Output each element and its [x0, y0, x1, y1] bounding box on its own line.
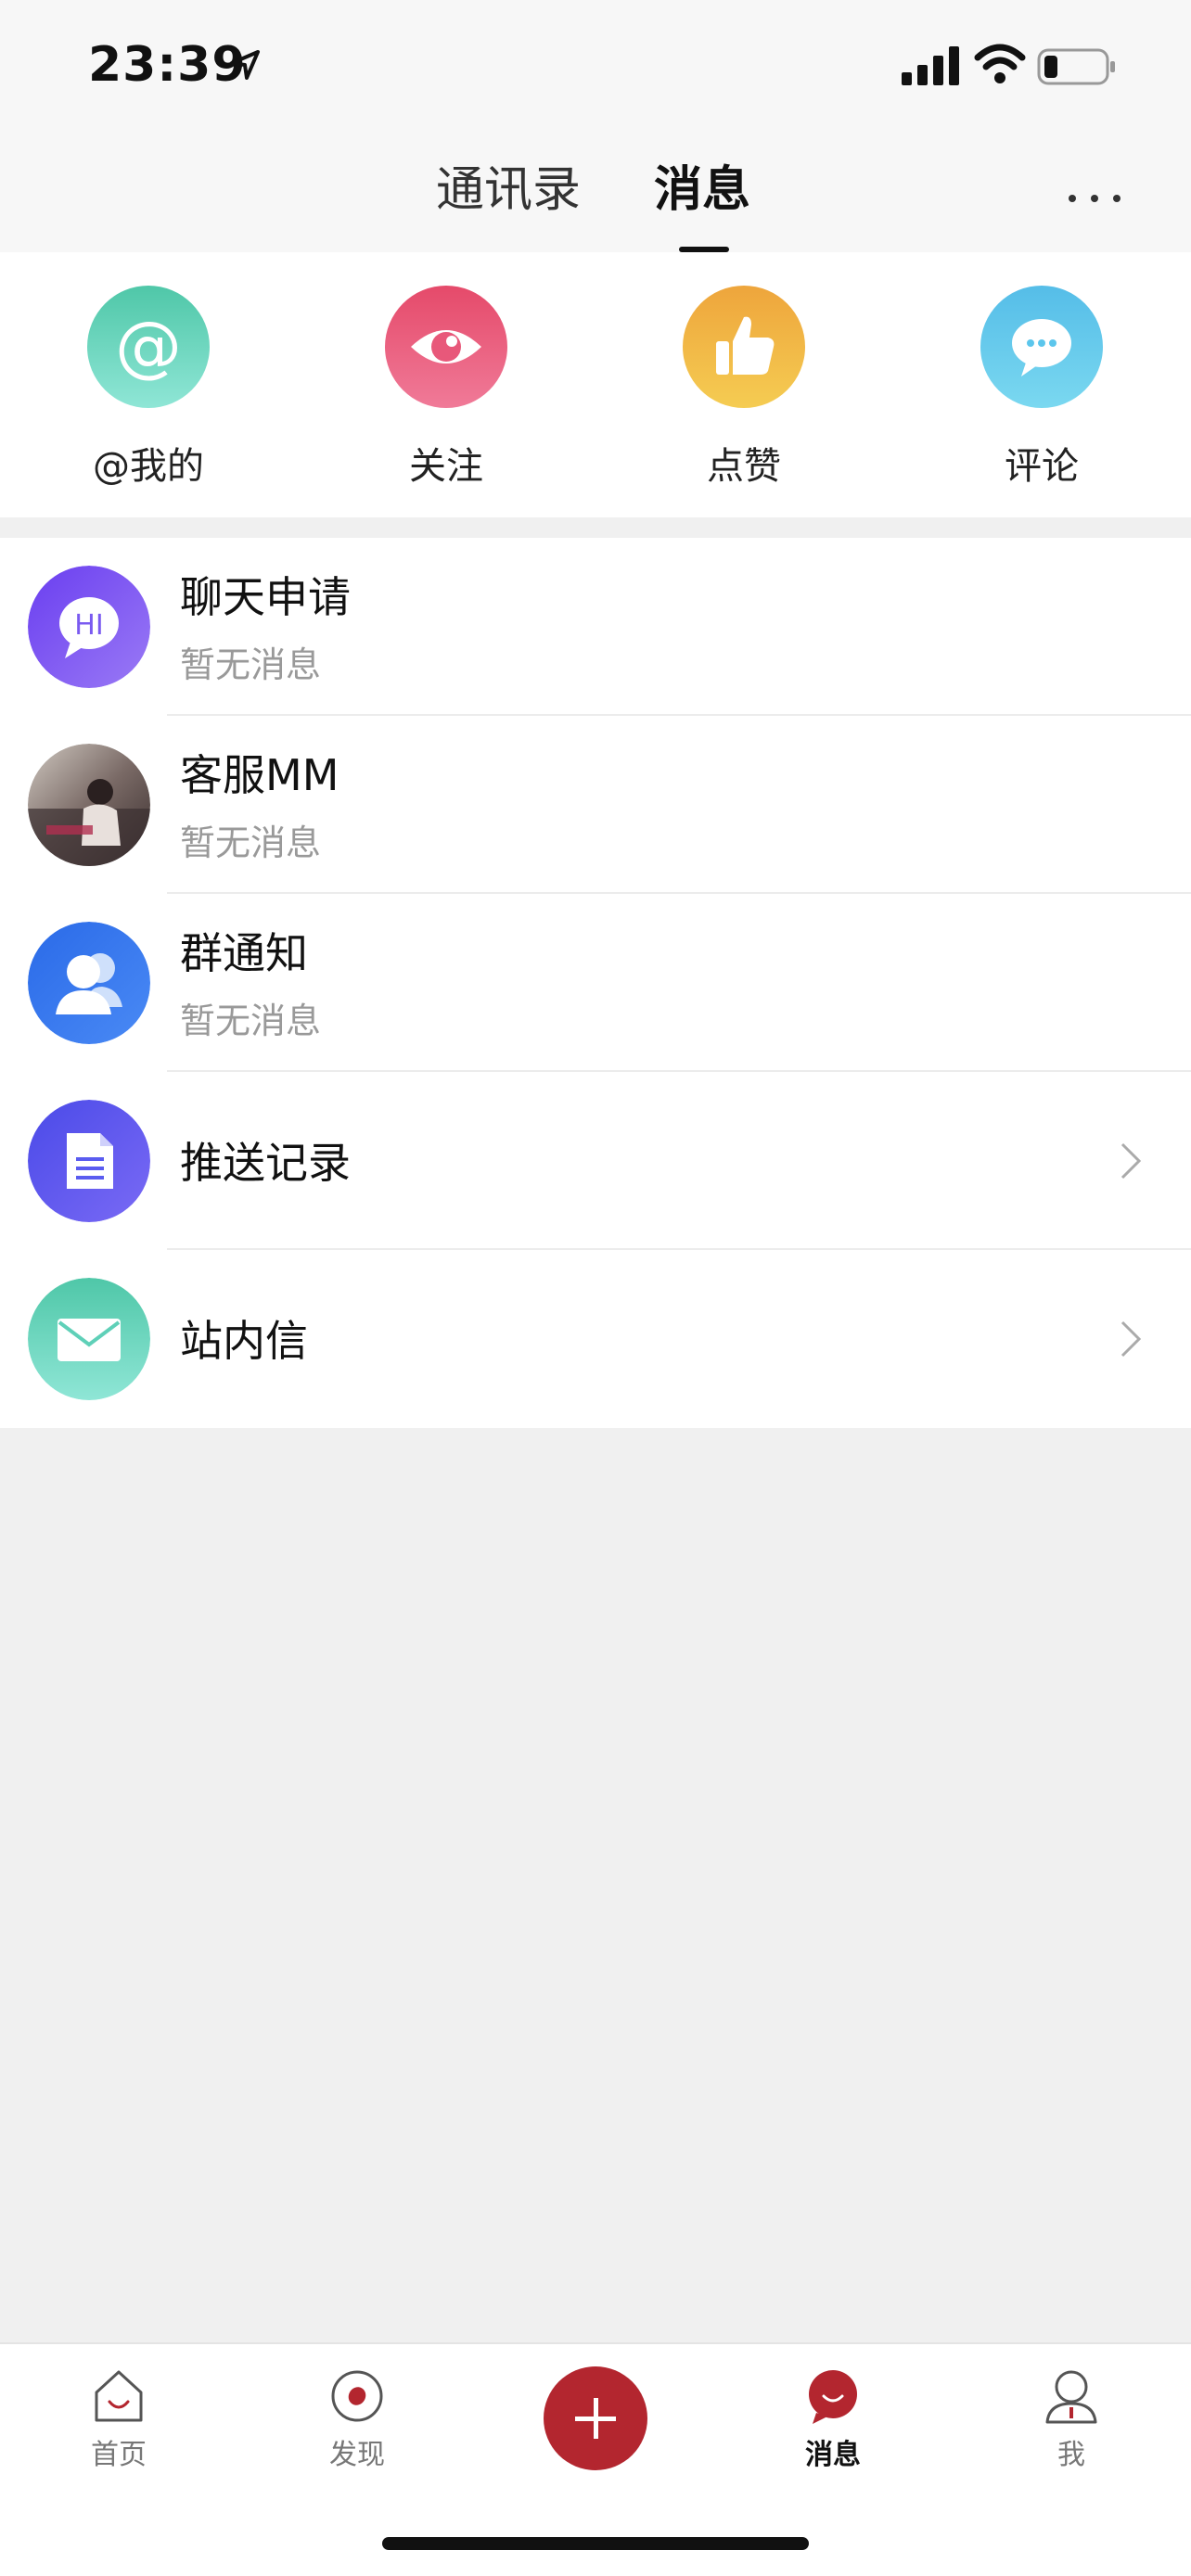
quick-action-label: @我的 [93, 445, 204, 488]
nav-label: 首页 [91, 2439, 147, 2471]
svg-text:HI: HI [74, 609, 103, 642]
quick-action-label: 评论 [1005, 445, 1079, 488]
list-item-push-history[interactable]: 推送记录 [0, 1072, 1191, 1250]
home-indicator [382, 2537, 809, 2550]
more-icon[interactable] [1065, 184, 1124, 213]
chevron-right-icon [1121, 1142, 1142, 1180]
nav-label: 发现 [329, 2439, 385, 2471]
tab-messages[interactable]: 消息 [654, 158, 750, 223]
status-bar: 23:39 [0, 0, 1191, 130]
list-item-chat-requests[interactable]: HI 聊天申请 暂无消息 [0, 538, 1191, 716]
list-item-title: 群通知 [180, 928, 308, 978]
quick-action-likes[interactable]: 点赞 [642, 252, 846, 517]
status-time: 23:39 [88, 37, 247, 93]
nav-label: 消息 [805, 2439, 861, 2471]
list-item-subtitle: 暂无消息 [180, 823, 322, 863]
header: 通讯录 消息 [0, 130, 1191, 252]
list-item-title: 客服MM [180, 750, 339, 800]
quick-action-comments[interactable]: 评论 [940, 252, 1144, 517]
tab-contacts[interactable]: 通讯录 [436, 158, 581, 223]
thumbs-up-icon [683, 286, 805, 408]
mail-icon [28, 1278, 150, 1400]
chat-hi-icon: HI [28, 566, 150, 688]
signal-icon [902, 46, 959, 85]
list-item-title: 站内信 [180, 1316, 308, 1366]
nav-messages[interactable]: 消息 [740, 2344, 926, 2493]
quick-action-mentions[interactable]: @ @我的 [46, 252, 250, 517]
nav-label: 我 [1057, 2439, 1085, 2471]
svg-text:@: @ [115, 307, 182, 385]
eye-icon [385, 286, 507, 408]
plus-icon [575, 2398, 616, 2439]
list-item-subtitle: 暂无消息 [180, 644, 322, 685]
list-item-site-mail[interactable]: 站内信 [0, 1250, 1191, 1428]
message-list: HI 聊天申请 暂无消息 客服MM 暂无消息 群通知 暂无消息 推送记录 站内信 [0, 538, 1191, 1428]
nav-home[interactable]: 首页 [26, 2344, 211, 2493]
group-icon [28, 922, 150, 1044]
create-button[interactable] [544, 2366, 647, 2470]
home-icon [95, 2370, 143, 2422]
comment-icon [980, 286, 1103, 408]
profile-icon [1045, 2370, 1097, 2424]
quick-action-label: 点赞 [707, 445, 781, 488]
document-icon [28, 1100, 150, 1222]
battery-icon [1037, 48, 1115, 85]
at-icon: @ [87, 286, 210, 408]
list-item-title: 聊天申请 [180, 572, 351, 622]
wifi-icon [974, 44, 1026, 83]
nav-profile[interactable]: 我 [979, 2344, 1164, 2493]
chevron-right-icon [1121, 1320, 1142, 1358]
list-item-customer-service[interactable]: 客服MM 暂无消息 [0, 716, 1191, 894]
avatar [28, 744, 150, 866]
discover-icon [331, 2370, 383, 2422]
list-item-group-notices[interactable]: 群通知 暂无消息 [0, 894, 1191, 1072]
nav-discover[interactable]: 发现 [264, 2344, 450, 2493]
list-item-subtitle: 暂无消息 [180, 1001, 322, 1041]
quick-actions: @ @我的 关注 点赞 评论 [0, 252, 1191, 517]
location-arrow-icon [230, 50, 260, 80]
quick-action-label: 关注 [409, 445, 483, 488]
list-item-title: 推送记录 [180, 1138, 351, 1188]
quick-action-follow[interactable]: 关注 [344, 252, 548, 517]
message-icon [809, 2370, 857, 2424]
